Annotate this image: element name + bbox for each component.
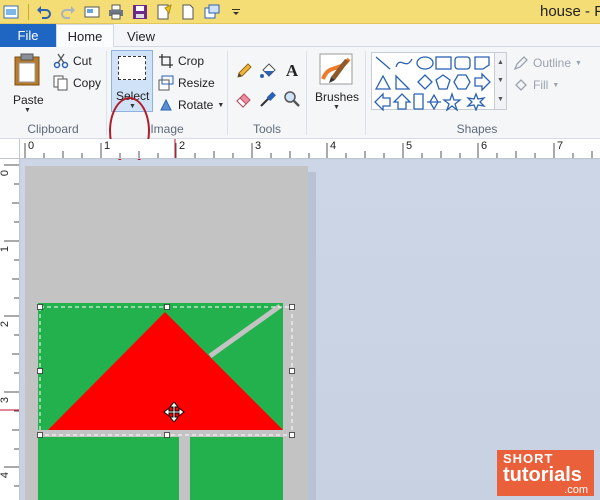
selection-handle[interactable] [37, 368, 43, 374]
selection-handle[interactable] [289, 304, 295, 310]
grass-bottom-left [38, 437, 179, 500]
selection-handle[interactable] [164, 304, 170, 310]
selection-handle[interactable] [164, 432, 170, 438]
selection-handle[interactable] [289, 432, 295, 438]
selection-handle[interactable] [37, 304, 43, 310]
selection-handle[interactable] [289, 368, 295, 374]
watermark-logo: SHORT tutorials .com [497, 450, 594, 496]
wall-line [183, 430, 188, 500]
selection-handle[interactable] [37, 432, 43, 438]
drawing-layer[interactable] [0, 0, 600, 500]
grass-bottom-right [190, 437, 283, 500]
